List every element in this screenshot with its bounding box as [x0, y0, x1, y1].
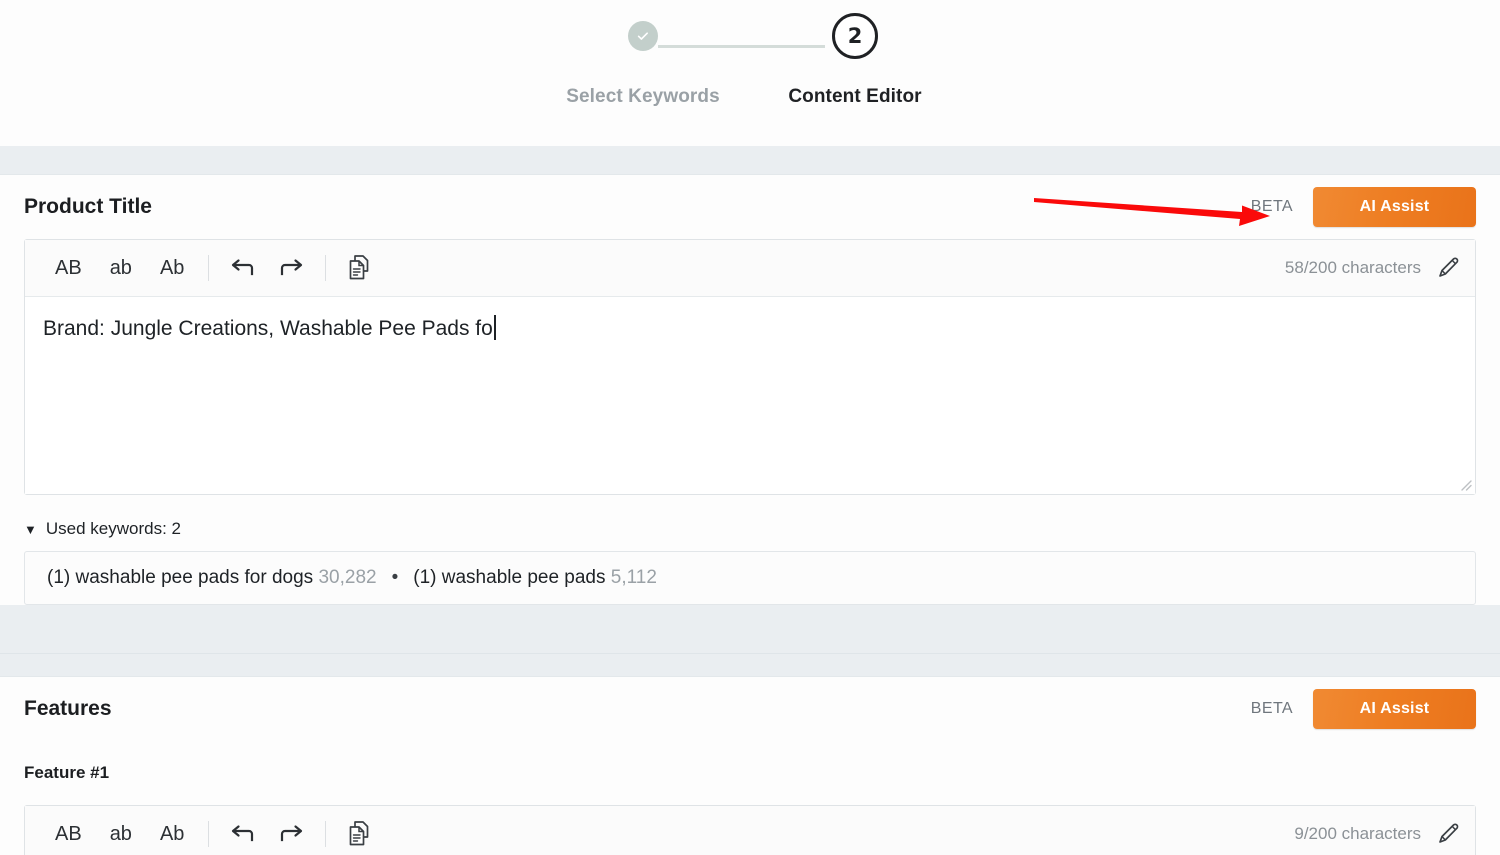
titlecase-button-feature-1[interactable]: Ab: [146, 816, 198, 852]
stepper-label-content-editor: Content Editor: [788, 86, 922, 107]
pencil-icon[interactable]: [1435, 255, 1461, 281]
feature-1-toolbar: AB ab Ab 9/200 characters: [25, 806, 1475, 855]
toolbar-divider-3: [208, 821, 210, 847]
used-keywords-list: (1) washable pee pads for dogs 30,282 • …: [24, 551, 1476, 605]
section-gap-middle-2: [0, 654, 1500, 676]
uppercase-button-feature-1[interactable]: AB: [41, 816, 96, 852]
undo-arrow-icon[interactable]: [219, 250, 267, 286]
copy-documents-icon-feature-1[interactable]: [336, 816, 382, 852]
keyword-count-2: (1): [413, 567, 437, 588]
keyword-volume-2: 5,112: [610, 567, 657, 588]
keyword-term-2: washable pee pads: [441, 567, 606, 588]
keyword-chip-2[interactable]: (1) washable pee pads 5,112: [413, 567, 657, 589]
section-gap-top: [0, 146, 1500, 174]
beta-badge-product-title: BETA: [1250, 198, 1293, 215]
keyword-chip-1[interactable]: (1) washable pee pads for dogs 30,282: [47, 567, 377, 589]
text-cursor: [493, 315, 496, 340]
step-completed-badge: [628, 21, 658, 51]
lowercase-button[interactable]: ab: [96, 250, 146, 286]
titlecase-button[interactable]: Ab: [146, 250, 198, 286]
uppercase-button[interactable]: AB: [41, 250, 96, 286]
character-counter-feature-1: 9/200 characters: [1294, 824, 1421, 843]
toolbar-divider-4: [325, 821, 327, 847]
features-heading: Features: [24, 697, 112, 720]
feature-1-editor: AB ab Ab 9/200 characters: [24, 805, 1476, 855]
stepper-label-select-keywords: Select Keywords: [566, 86, 720, 107]
step-current-badge: 2: [832, 13, 878, 59]
product-title-textarea[interactable]: Brand: Jungle Creations, Washable Pee Pa…: [25, 297, 1475, 494]
undo-arrow-icon-feature-1[interactable]: [219, 816, 267, 852]
features-header: Features BETA AI Assist: [24, 677, 1476, 741]
used-keywords-label: Used keywords: 2: [45, 519, 181, 538]
stepper-steps: Select Keywords 2 Content Editor: [537, 0, 961, 108]
redo-arrow-icon-feature-1[interactable]: [267, 816, 315, 852]
product-title-editor: AB ab Ab 58/200 characters Brand: Jungle…: [24, 239, 1476, 495]
content-editor-page: Select Keywords 2 Content Editor Product…: [0, 0, 1500, 855]
pencil-icon-feature-1[interactable]: [1435, 821, 1461, 847]
keyword-count-1: (1): [47, 567, 71, 588]
beta-badge-features: BETA: [1250, 700, 1293, 717]
toolbar-divider-1: [208, 255, 210, 281]
resize-handle-icon[interactable]: [1458, 477, 1472, 491]
ai-assist-button-product-title[interactable]: AI Assist: [1313, 187, 1476, 227]
features-header-spacer: [24, 741, 1476, 763]
product-title-text: Brand: Jungle Creations, Washable Pee Pa…: [43, 317, 493, 340]
product-title-toolbar: AB ab Ab 58/200 characters: [25, 240, 1475, 297]
redo-arrow-icon[interactable]: [267, 250, 315, 286]
used-keywords-toggle[interactable]: ▼ Used keywords: 2: [24, 507, 1476, 551]
stepper-header: Select Keywords 2 Content Editor: [0, 0, 1500, 146]
stepper-step-select-keywords[interactable]: Select Keywords: [537, 0, 749, 108]
keyword-term-1: washable pee pads for dogs: [75, 567, 314, 588]
product-title-heading: Product Title: [24, 195, 152, 218]
feature-1-label: Feature #1: [24, 763, 110, 782]
product-title-card: Product Title BETA AI Assist AB ab Ab 58…: [0, 174, 1500, 605]
toolbar-divider-2: [325, 255, 327, 281]
stepper-connector-line: [658, 45, 825, 48]
lowercase-button-feature-1[interactable]: ab: [96, 816, 146, 852]
feature-1-spacer: [24, 783, 1476, 805]
check-icon: [635, 28, 651, 44]
copy-documents-icon[interactable]: [336, 250, 382, 286]
stepper-step-content-editor[interactable]: 2 Content Editor: [749, 0, 961, 108]
section-gap-middle: [0, 627, 1500, 653]
chevron-down-icon: ▼: [24, 521, 37, 537]
features-card: Features BETA AI Assist Feature #1 AB ab…: [0, 676, 1500, 855]
ai-assist-button-features[interactable]: AI Assist: [1313, 689, 1476, 729]
character-counter-product-title: 58/200 characters: [1284, 258, 1421, 277]
keyword-volume-1: 30,282: [318, 567, 377, 588]
product-title-header: Product Title BETA AI Assist: [24, 175, 1476, 239]
keyword-separator: •: [391, 567, 399, 588]
